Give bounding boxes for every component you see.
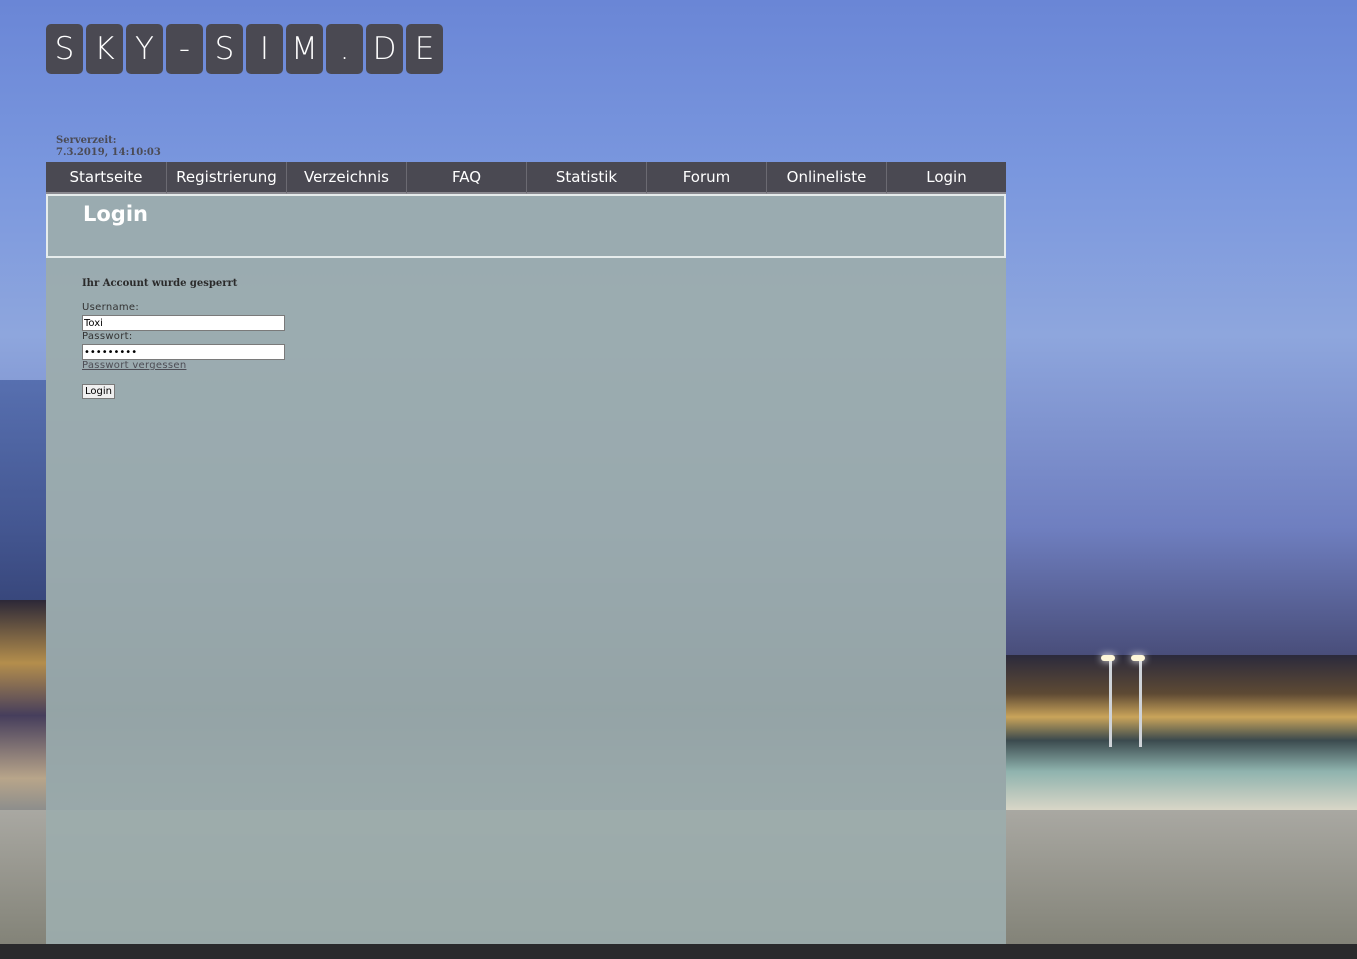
server-time: Serverzeit: 7.3.2019, 14:10:03 bbox=[56, 135, 161, 159]
background-cloud bbox=[0, 380, 46, 610]
logo-tile: M bbox=[286, 24, 323, 74]
flood-light bbox=[1101, 655, 1115, 661]
main-nav: Startseite Registrierung Verzeichnis FAQ… bbox=[46, 162, 1006, 194]
logo-tile: Y bbox=[126, 24, 163, 74]
nav-item-forum[interactable]: Forum bbox=[646, 162, 766, 194]
forgot-password-link[interactable]: Passwort vergessen bbox=[82, 360, 186, 371]
background-airport-left bbox=[0, 600, 46, 810]
password-input[interactable] bbox=[82, 344, 285, 360]
logo-tile: E bbox=[406, 24, 443, 74]
password-label: Passwort: bbox=[82, 331, 133, 342]
background-airport-terminal bbox=[1006, 655, 1357, 810]
light-mast bbox=[1139, 657, 1142, 747]
light-mast bbox=[1109, 657, 1112, 747]
logo-tile: - bbox=[166, 24, 203, 74]
nav-item-faq[interactable]: FAQ bbox=[406, 162, 526, 194]
username-label: Username: bbox=[82, 302, 140, 313]
page-title: Login bbox=[83, 202, 148, 226]
nav-item-registrierung[interactable]: Registrierung bbox=[166, 162, 286, 194]
server-time-value: 7.3.2019, 14:10:03 bbox=[56, 147, 161, 158]
nav-item-statistik[interactable]: Statistik bbox=[526, 162, 646, 194]
nav-item-onlineliste[interactable]: Onlineliste bbox=[766, 162, 886, 194]
panel-header: Login bbox=[46, 194, 1006, 258]
username-input[interactable] bbox=[82, 315, 285, 331]
logo-tile: D bbox=[366, 24, 403, 74]
logo-tile: . bbox=[326, 24, 363, 74]
server-time-label: Serverzeit: bbox=[56, 135, 117, 146]
flood-light bbox=[1131, 655, 1145, 661]
content-panel: Login Ihr Account wurde gesperrt Usernam… bbox=[46, 194, 1006, 944]
account-locked-message: Ihr Account wurde gesperrt bbox=[82, 278, 238, 289]
footer-bar bbox=[0, 944, 1357, 959]
site-logo[interactable]: S K Y - S I M . D E bbox=[46, 24, 443, 74]
logo-tile: K bbox=[86, 24, 123, 74]
nav-item-login[interactable]: Login bbox=[886, 162, 1006, 194]
logo-tile: S bbox=[46, 24, 83, 74]
login-button[interactable]: Login bbox=[82, 384, 115, 399]
logo-tile: S bbox=[206, 24, 243, 74]
nav-item-startseite[interactable]: Startseite bbox=[46, 162, 166, 194]
nav-item-verzeichnis[interactable]: Verzeichnis bbox=[286, 162, 406, 194]
logo-tile: I bbox=[246, 24, 283, 74]
